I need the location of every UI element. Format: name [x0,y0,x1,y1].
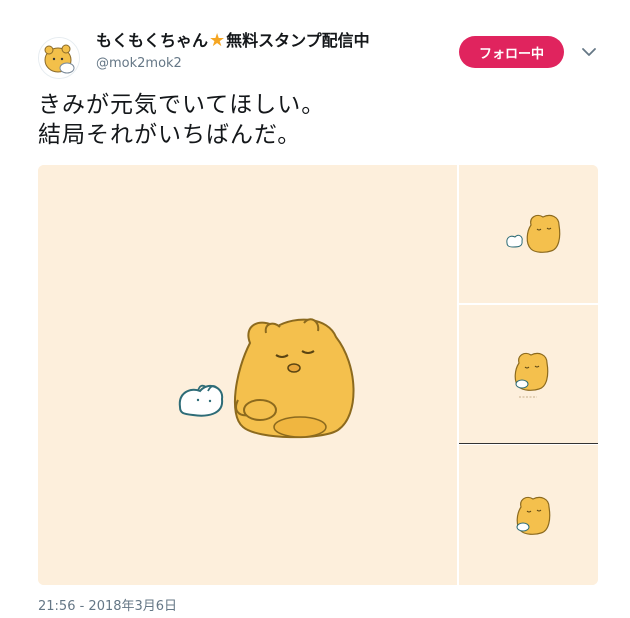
following-button[interactable]: フォロー中 [459,36,564,68]
media-image-1[interactable] [38,165,457,585]
account-handle[interactable]: @mok2mok2 [96,55,182,73]
bear-and-bunny-illustration [459,165,598,303]
star-icon: ★ [209,30,226,51]
tweet-text: きみが元気でいてほしい。 結局それがいちばんだ。 [38,90,598,150]
tweet-text-line: きみが元気でいてほしい。 [38,92,326,118]
bear-holding-bunny-illustration [459,305,598,443]
media-image-3[interactable] [459,305,598,443]
bear-holding-bunny-illustration [459,445,598,585]
chevron-down-icon [582,48,596,56]
account-display-name[interactable]: もくもくちゃん ★ 無料スタンプ配信中 [96,31,370,51]
more-menu-button[interactable] [580,44,598,60]
bear-avatar-icon [39,38,79,78]
display-name-text: もくもくちゃん [96,31,209,50]
tweet-timestamp[interactable]: 21:56 - 2018年3月6日 [38,598,177,616]
media-image-2[interactable] [459,165,598,303]
display-name-suffix: 無料スタンプ配信中 [226,31,370,50]
tile-divider [459,443,598,444]
bear-and-bunny-illustration [38,165,457,585]
avatar[interactable] [38,37,80,79]
media-image-4[interactable] [459,445,598,585]
media-grid [38,165,598,585]
tweet-text-line: 結局それがいちばんだ。 [38,122,302,148]
